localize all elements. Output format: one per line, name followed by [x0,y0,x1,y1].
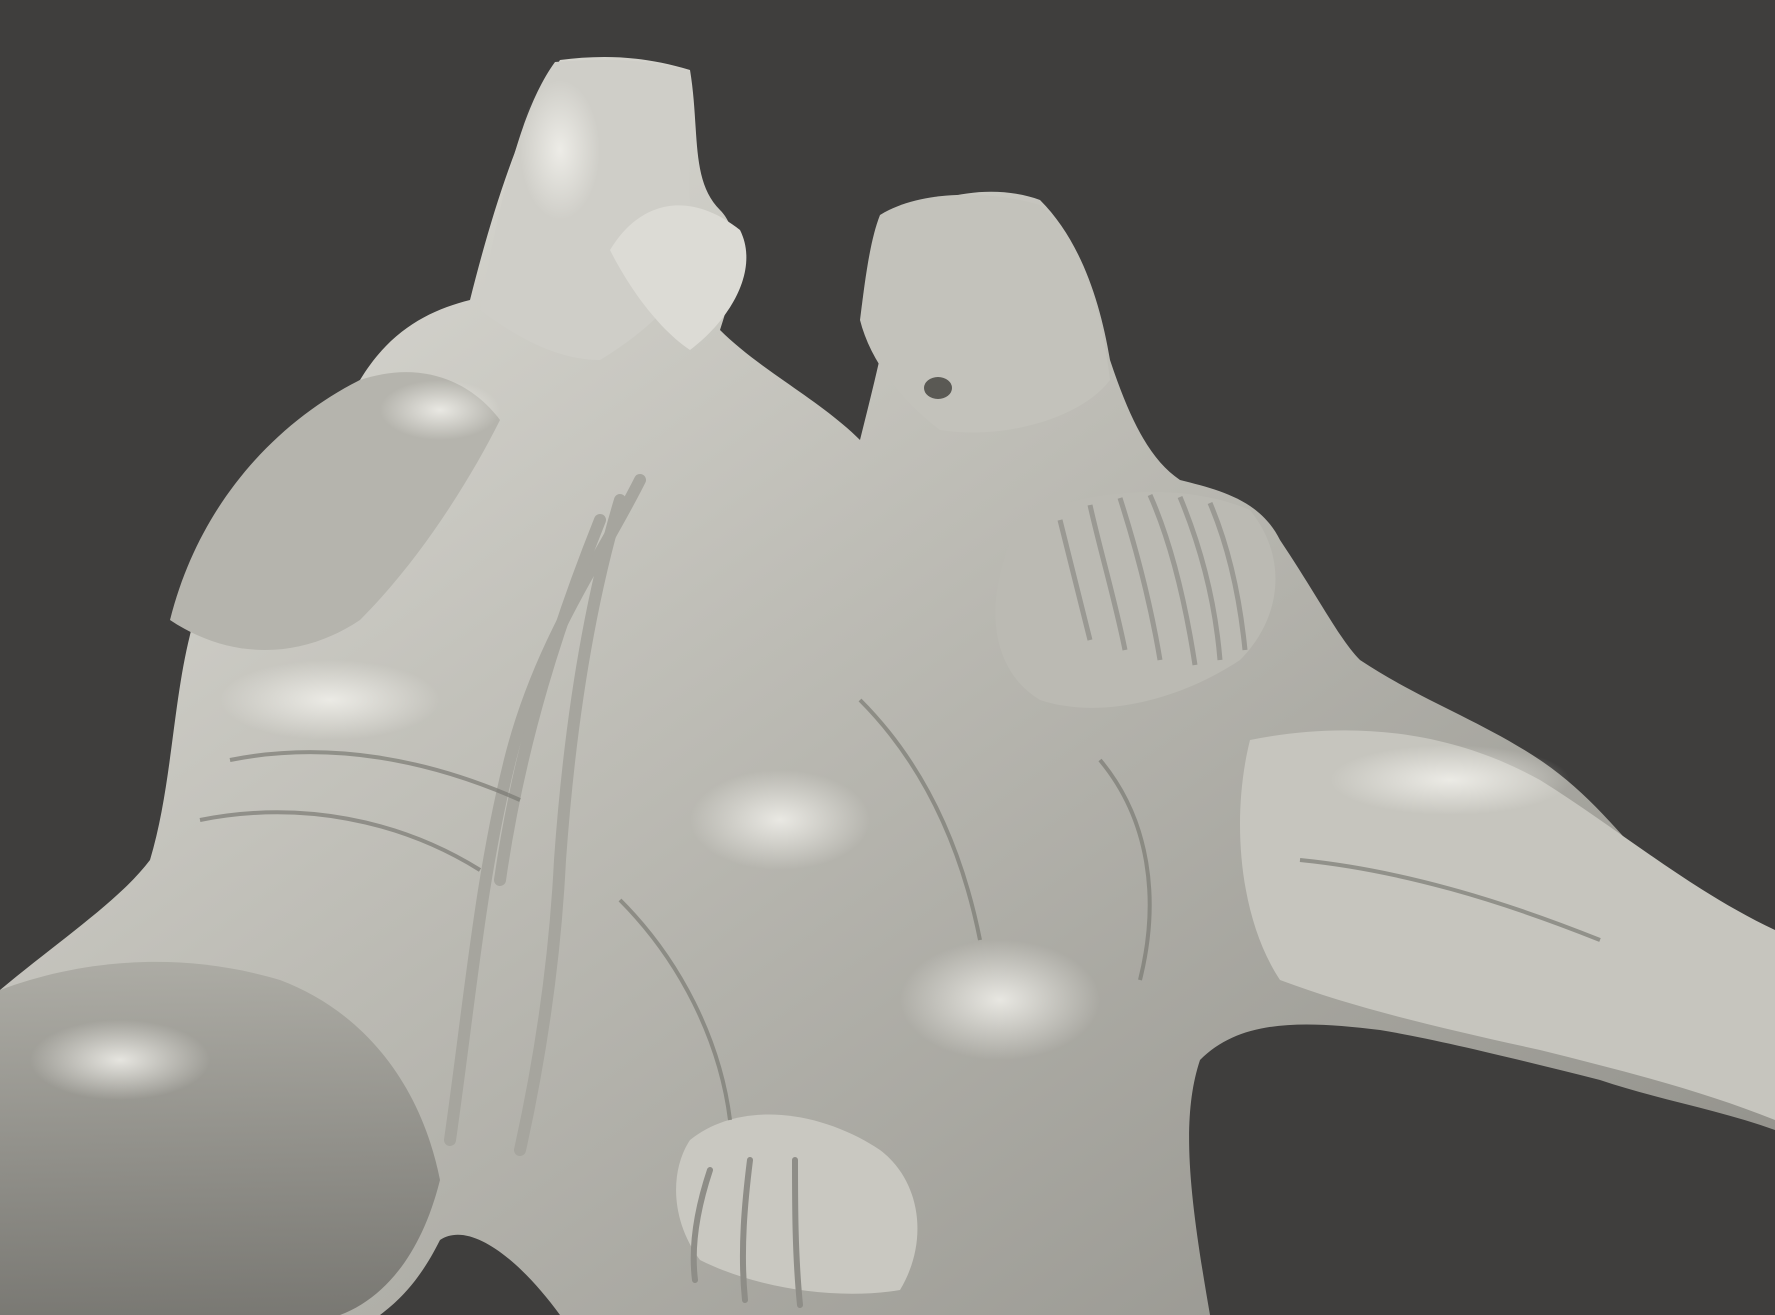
sculpt-highlight [220,660,440,740]
sculpt-skull-mouth [924,377,952,399]
sculpt-highlight [520,80,600,220]
sculpt-highlight [30,1020,210,1100]
sculpt-highlight [1330,745,1570,815]
sculpt-mesh-render[interactable] [0,0,1775,1315]
sculpt-highlight [690,770,870,870]
sculpt-highlight [900,940,1100,1060]
sculpt-highlight [380,380,500,440]
3d-viewport[interactable] [0,0,1775,1315]
